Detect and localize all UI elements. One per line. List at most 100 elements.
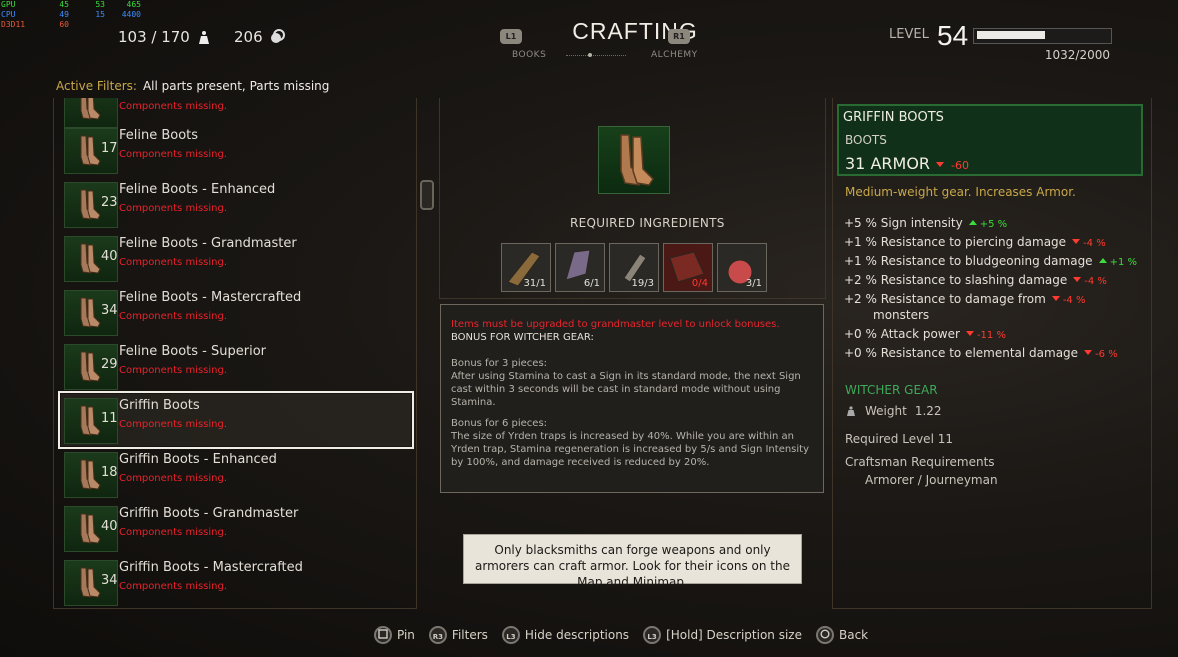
item-status: Components missing.	[119, 257, 228, 268]
osd-value: 4400	[121, 10, 141, 19]
tab-indicator	[566, 55, 626, 58]
ingredient-slot[interactable]: 6/1	[555, 243, 605, 292]
recipe-list[interactable]: Components missing. 17 Feline Boots Compon…	[53, 98, 417, 609]
tab-alchemy[interactable]: ALCHEMY	[651, 50, 698, 60]
list-scrollbar[interactable]	[420, 180, 434, 210]
list-item[interactable]: 11 Griffin Boots Components missing.	[58, 391, 414, 449]
ingredient-slot[interactable]: 0/4	[663, 243, 713, 292]
osd-value: 45	[59, 0, 69, 9]
osd-label: D3D11	[1, 20, 26, 29]
ingredient-count: 19/3	[631, 278, 654, 289]
bonus-6-text: The size of Yrden traps is increased by …	[451, 431, 810, 468]
item-name: Feline Boots - Superior	[119, 344, 267, 359]
item-name: Griffin Boots - Grandmaster	[119, 506, 299, 521]
item-armor: 31 ARMOR -60	[845, 154, 969, 173]
stat-row: +0 % Attack power -11 %	[844, 327, 1006, 341]
control-label: Back	[838, 628, 869, 642]
list-item[interactable]: 34 Griffin Boots - Mastercrafted Component…	[61, 556, 411, 608]
boots-icon	[620, 134, 654, 186]
arrow-down-icon	[1072, 239, 1081, 244]
ingredient-count: 0/4	[691, 278, 708, 289]
stat-row: +1 % Resistance to bludgeoning damage +1 …	[844, 254, 1137, 268]
performance-overlay: GPU 45 53 465 CPU 49 15 4400 D3D11 60	[1, 0, 141, 30]
list-item[interactable]: 29 Feline Boots - Superior Components miss…	[61, 340, 411, 392]
item-status: Components missing.	[119, 419, 228, 430]
stat-text: +1 % Resistance to piercing damage	[844, 235, 1067, 249]
stat-text: +0 % Resistance to elemental damage	[844, 346, 1079, 360]
required-level: Required Level 11	[845, 432, 953, 446]
circle-button-icon[interactable]	[815, 626, 834, 644]
list-item[interactable]: 34 Feline Boots - Mastercrafted Components…	[61, 286, 411, 338]
item-name: Griffin Boots - Enhanced	[119, 452, 277, 467]
arrow-down-icon	[1051, 296, 1060, 301]
item-status: Components missing.	[119, 473, 228, 484]
item-status: Components missing.	[119, 149, 228, 160]
item-name: GRIFFIN BOOTS	[843, 110, 944, 125]
description-box[interactable]: Items must be upgraded to grandmaster le…	[440, 304, 824, 493]
stat-text: +5 % Sign intensity	[844, 216, 963, 230]
item-level: 17	[101, 141, 118, 156]
item-status: Components missing.	[119, 365, 228, 376]
crowns-counter: 206	[234, 28, 285, 46]
list-item[interactable]: 40 Feline Boots - Grandmaster Components m…	[61, 232, 411, 284]
r3-button-icon[interactable]: R3	[428, 626, 447, 644]
l1-button[interactable]: L1	[500, 29, 522, 44]
control-label: Filters	[451, 628, 488, 642]
inventory-weight: 103 / 170	[118, 28, 212, 46]
active-filters: Active Filters: All parts present, Parts …	[56, 79, 329, 93]
arrow-down-icon	[1073, 277, 1082, 282]
osd-label: GPU	[1, 0, 16, 9]
list-item[interactable]: 40 Griffin Boots - Grandmaster Components …	[61, 502, 411, 554]
osd-label: CPU	[1, 10, 16, 19]
item-name: Feline Boots - Grandmaster	[119, 236, 297, 251]
ingredient-slot[interactable]: 19/3	[609, 243, 659, 292]
osd-value: 60	[59, 20, 69, 29]
craftsman-label: Craftsman Requirements	[845, 455, 995, 469]
level-value: 54	[937, 20, 969, 51]
list-item[interactable]: 17 Feline Boots Components missing.	[61, 124, 411, 176]
square-button-icon[interactable]	[374, 626, 392, 644]
control-hint[interactable]: L3 Hide descriptions	[501, 626, 629, 644]
bonus-warning: Items must be upgraded to grandmaster le…	[451, 319, 780, 330]
l3-button-icon[interactable]: L3	[643, 626, 662, 644]
weight-label: Weight	[865, 404, 907, 418]
tab-books[interactable]: BOOKS	[512, 50, 546, 60]
control-hint[interactable]: L3 [Hold] Description size	[643, 626, 802, 644]
armor-delta: -60	[951, 159, 969, 172]
stat-row: +2 % Resistance to damage from -4 %	[844, 292, 1085, 306]
control-hint[interactable]: Pin	[374, 626, 415, 644]
arrow-down-icon	[1084, 350, 1093, 355]
craftsman-value: Armorer / Journeyman	[865, 473, 998, 487]
item-description: Medium-weight gear. Increases Armor.	[845, 185, 1076, 199]
control-hint[interactable]: Back	[815, 626, 869, 644]
osd-row: GPU 45 53 465	[1, 0, 141, 10]
weight-value: 103 / 170	[118, 28, 190, 46]
list-item[interactable]: 23 Feline Boots - Enhanced Components miss…	[61, 178, 411, 230]
osd-value: 49	[59, 10, 69, 19]
r1-button[interactable]: R1	[668, 29, 690, 44]
control-label: [Hold] Description size	[666, 628, 802, 642]
weight-icon	[198, 31, 209, 44]
ingredient-slot[interactable]: 3/1	[717, 243, 767, 292]
ingredient-count: 3/1	[745, 278, 762, 289]
control-hint[interactable]: R3 Filters	[428, 626, 488, 644]
item-status: Components missing.	[119, 203, 228, 214]
arrow-down-icon	[936, 162, 945, 167]
stat-text: +1 % Resistance to bludgeoning damage	[844, 254, 1093, 268]
bonus-6-title: Bonus for 6 pieces:	[451, 418, 548, 429]
stat-delta: +1 %	[1109, 257, 1137, 268]
ingredients-title: REQUIRED INGREDIENTS	[570, 216, 725, 230]
stat-row: +5 % Sign intensity +5 %	[844, 216, 1007, 230]
item-level: 18	[101, 465, 118, 480]
item-status: Components missing.	[119, 101, 228, 112]
tab-indicator-active	[588, 53, 592, 57]
bonus-heading: BONUS FOR WITCHER GEAR:	[451, 332, 594, 343]
l3-button-icon[interactable]: L3	[501, 626, 520, 644]
ingredient-count: 31/1	[523, 278, 546, 289]
ingredient-slot[interactable]: 31/1	[501, 243, 551, 292]
bonus-3-text: After using Stamina to cast a Sign in it…	[451, 371, 801, 408]
osd-value: 53	[95, 0, 105, 9]
page-title: CRAFTING	[572, 18, 698, 44]
list-item[interactable]: 18 Griffin Boots - Enhanced Components mis…	[61, 448, 411, 500]
stat-row: +1 % Resistance to piercing damage -4 %	[844, 235, 1106, 249]
